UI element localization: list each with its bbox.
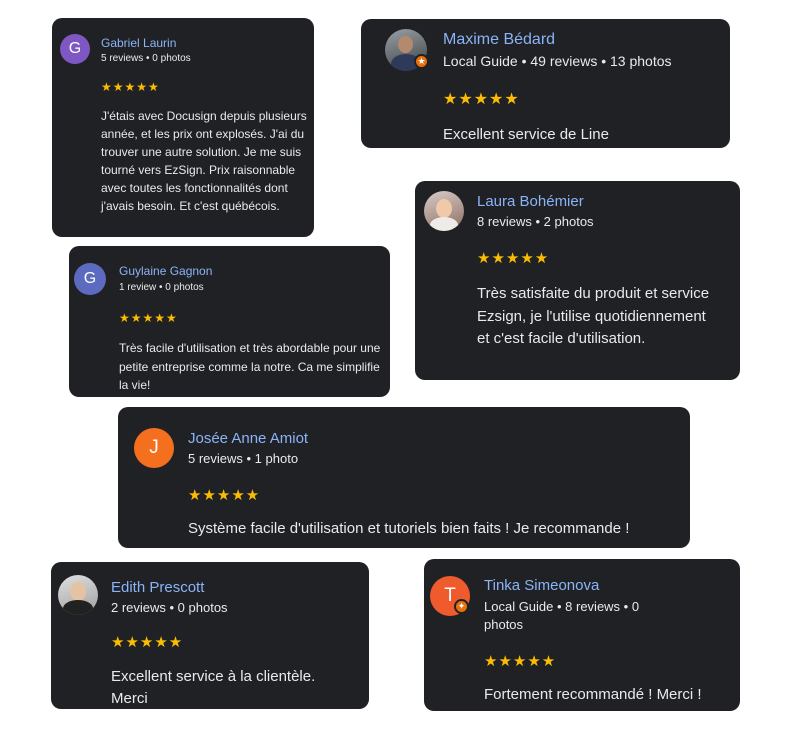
reviewer-meta: Local Guide • 49 reviews • 13 photos xyxy=(443,53,672,69)
review-text: Système facile d'utilisation et tutoriel… xyxy=(188,520,630,537)
star-rating: ★★★★★ xyxy=(101,80,160,94)
avatar-initial: G xyxy=(83,270,97,287)
reviewer-name[interactable]: Edith Prescott xyxy=(111,579,204,596)
reviewer-name[interactable]: Maxime Bédard xyxy=(443,31,555,49)
review-card-josee-anne-amiot: J Josée Anne Amiot 5 reviews • 1 photo ★… xyxy=(118,407,690,548)
review-card-tinka-simeonova: T ✦ Tinka Simeonova Local Guide • 8 revi… xyxy=(424,559,740,711)
review-text: J'étais avec Docusign depuis plusieurs a… xyxy=(101,109,307,213)
avatar-initial: J xyxy=(149,437,159,458)
reviewer-meta: 2 reviews • 0 photos xyxy=(111,600,228,615)
reviewer-meta: 1 review • 0 photos xyxy=(119,282,204,293)
review-text: Excellent service à la clientèle. Merci xyxy=(111,668,316,707)
review-card-gabriel-laurin: G Gabriel Laurin 5 reviews • 0 photos ★★… xyxy=(52,18,314,237)
reviewer-name[interactable]: Tinka Simeonova xyxy=(484,577,599,594)
review-text: Très satisfaite du produit et service Ez… xyxy=(477,285,710,347)
star-rating: ★★★★★ xyxy=(119,311,178,325)
avatar[interactable]: J xyxy=(134,428,174,468)
reviewer-name[interactable]: Gabriel Laurin xyxy=(101,36,176,50)
avatar[interactable] xyxy=(58,575,98,615)
reviewer-meta: 5 reviews • 1 photo xyxy=(188,451,299,466)
star-rating: ★★★★★ xyxy=(443,91,520,108)
review-card-maxime-bedard: ★ Maxime Bédard Local Guide • 49 reviews… xyxy=(361,19,730,148)
review-text: Très facile d'utilisation et très aborda… xyxy=(119,341,381,392)
reviewer-meta: 8 reviews • 2 photos xyxy=(477,214,594,229)
reviewer-meta: Local Guide • 8 reviews • 0 photos xyxy=(484,599,640,632)
avatar-initial: G xyxy=(68,40,82,57)
avatar[interactable]: G xyxy=(60,34,90,64)
review-card-laura-bohemier: Laura Bohémier 8 reviews • 2 photos ★★★★… xyxy=(415,181,740,380)
reviewer-name[interactable]: Josée Anne Amiot xyxy=(188,430,308,447)
reviewer-meta: 5 reviews • 0 photos xyxy=(101,53,191,64)
review-text: Excellent service de Line xyxy=(443,126,609,143)
star-rating: ★★★★★ xyxy=(484,653,557,670)
local-guide-badge-icon: ★ xyxy=(414,54,429,69)
star-rating: ★★★★★ xyxy=(111,634,184,651)
avatar[interactable] xyxy=(424,191,464,231)
star-rating: ★★★★★ xyxy=(477,250,550,267)
review-card-edith-prescott: Edith Prescott 2 reviews • 0 photos ★★★★… xyxy=(51,562,369,709)
review-card-guylaine-gagnon: G Guylaine Gagnon 1 review • 0 photos ★★… xyxy=(69,246,390,397)
avatar[interactable]: G xyxy=(74,263,106,295)
local-guide-badge-icon: ✦ xyxy=(454,599,469,614)
review-text: Fortement recommandé ! Merci ! xyxy=(484,686,702,703)
reviewer-name[interactable]: Guylaine Gagnon xyxy=(119,264,212,278)
star-rating: ★★★★★ xyxy=(188,487,261,504)
reviewer-name[interactable]: Laura Bohémier xyxy=(477,193,584,210)
